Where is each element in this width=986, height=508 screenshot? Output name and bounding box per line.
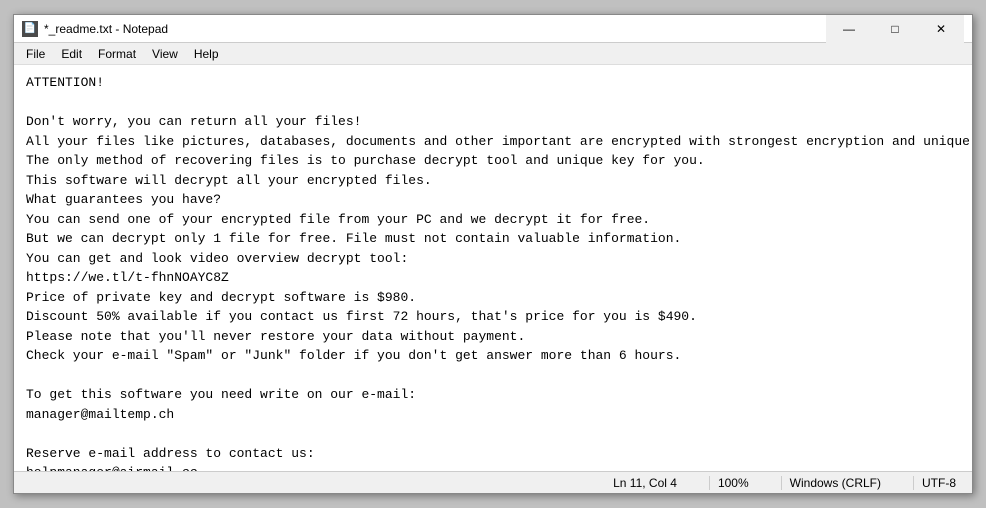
editor-content: ATTENTION! Don't worry, you can return a… xyxy=(26,73,960,471)
minimize-button[interactable]: — xyxy=(826,15,872,43)
menu-help[interactable]: Help xyxy=(186,45,227,63)
status-zoom: 100% xyxy=(709,476,757,490)
status-encoding: UTF-8 xyxy=(913,476,964,490)
editor-area[interactable]: ATTENTION! Don't worry, you can return a… xyxy=(14,65,972,471)
menu-view[interactable]: View xyxy=(144,45,186,63)
menu-format[interactable]: Format xyxy=(90,45,144,63)
status-position: Ln 11, Col 4 xyxy=(605,476,685,490)
notepad-window: 📄 *_readme.txt - Notepad — □ ✕ File Edit… xyxy=(13,14,973,494)
window-title: *_readme.txt - Notepad xyxy=(44,22,168,36)
title-bar: 📄 *_readme.txt - Notepad — □ ✕ xyxy=(14,15,972,43)
status-line-ending: Windows (CRLF) xyxy=(781,476,889,490)
menu-edit[interactable]: Edit xyxy=(53,45,90,63)
maximize-button[interactable]: □ xyxy=(872,15,918,43)
close-button[interactable]: ✕ xyxy=(918,15,964,43)
menu-file[interactable]: File xyxy=(18,45,53,63)
menu-bar: File Edit Format View Help xyxy=(14,43,972,65)
status-bar: Ln 11, Col 4 100% Windows (CRLF) UTF-8 xyxy=(14,471,972,493)
notepad-icon: 📄 xyxy=(22,21,38,37)
title-bar-left: 📄 *_readme.txt - Notepad xyxy=(22,21,168,37)
window-controls: — □ ✕ xyxy=(826,15,964,43)
